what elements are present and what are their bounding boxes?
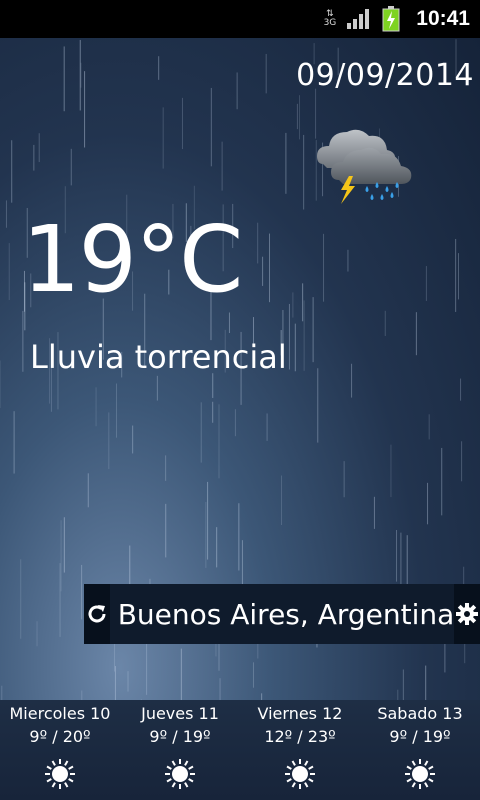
location-name[interactable]: Buenos Aires, Argentina: [110, 598, 455, 631]
location-bar: Buenos Aires, Argentina: [84, 584, 480, 644]
battery-charging-icon: [382, 6, 400, 32]
gear-icon: [456, 603, 479, 625]
forecast-day: Viernes 12 12º / 23º: [240, 700, 360, 800]
sun-icon: [165, 759, 195, 789]
forecast-day-name: Viernes 12: [257, 704, 343, 723]
sun-icon: [45, 759, 75, 789]
network-data-icon: ⇅ 3G: [323, 9, 337, 28]
settings-button[interactable]: [454, 584, 480, 644]
status-bar: ⇅ 3G 10:41: [0, 0, 480, 38]
forecast-day-name: Sabado 13: [377, 704, 463, 723]
forecast-day-name: Jueves 11: [141, 704, 219, 723]
forecast-day: Jueves 11 9º / 19º: [120, 700, 240, 800]
current-date: 09/09/2014: [296, 58, 474, 93]
network-type-label: 3G: [323, 18, 337, 28]
clock-time: 10:41: [416, 7, 470, 30]
thunderstorm-rain-icon: [315, 124, 419, 206]
sun-icon: [405, 759, 435, 789]
refresh-button[interactable]: [84, 584, 110, 644]
forecast-day-temps: 9º / 19º: [149, 727, 211, 746]
forecast-day-temps: 9º / 19º: [389, 727, 451, 746]
forecast-day-temps: 9º / 20º: [29, 727, 91, 746]
signal-icon: [346, 8, 372, 30]
weather-main-panel: 09/09/2014 19°C Lluvia torrencial Buenos…: [0, 38, 480, 700]
forecast-day-temps: 12º / 23º: [264, 727, 336, 746]
refresh-icon: [88, 605, 106, 623]
weather-condition: Lluvia torrencial: [30, 338, 287, 376]
forecast-day: Miercoles 10 9º / 20º: [0, 700, 120, 800]
current-temperature: 19°C: [22, 206, 243, 313]
forecast-day-name: Miercoles 10: [9, 704, 111, 723]
sun-icon: [285, 759, 315, 789]
forecast-day: Sabado 13 9º / 19º: [360, 700, 480, 800]
forecast-strip: Miercoles 10 9º / 20º Jueves 11 9º / 19º…: [0, 700, 480, 800]
